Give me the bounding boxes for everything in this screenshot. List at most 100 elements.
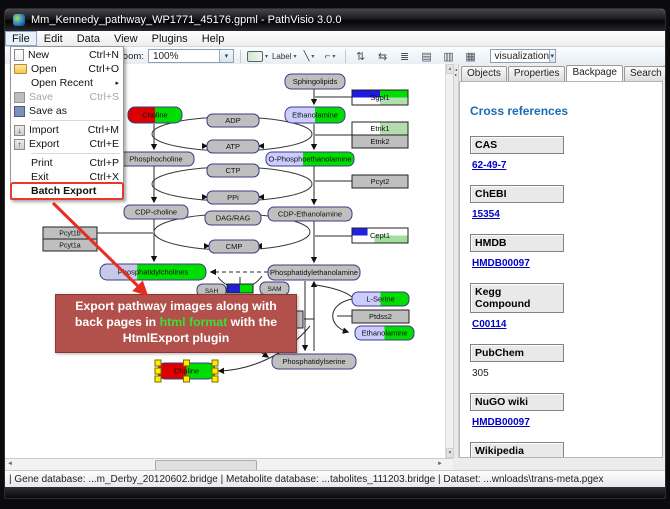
menu-item-save[interactable]: SaveCtrl+S [12,90,122,104]
distribute-button[interactable]: ≣ [396,48,414,64]
menu-item-new[interactable]: NewCtrl+N [12,48,122,62]
selection-handle[interactable] [155,360,161,366]
pathway-node[interactable]: CMP [209,240,259,253]
pathway-edge[interactable] [316,285,352,297]
pathway-node[interactable]: O-Phosphoethanolamine [266,152,354,166]
window-bottom-frame [5,487,665,498]
pathway-node[interactable]: Etnk2 [352,135,408,148]
common-width-button[interactable]: ▥ [440,48,458,64]
common-size-button[interactable]: ▤ [418,48,436,64]
pathway-node[interactable]: Phosphatidylcholines [100,264,206,280]
chevron-down-icon[interactable]: ▾ [219,50,233,62]
cross-references-list: CAS62-49-7ChEBI15354HMDBHMDB00097Kegg Co… [470,136,662,458]
align-vertical-button[interactable]: ⇅ [352,48,370,64]
pathway-node[interactable]: CTP [207,164,259,177]
menu-item-shortcut: Ctrl+E [90,138,119,150]
selection-handle[interactable] [212,376,218,382]
pathway-node[interactable]: ADP [207,114,259,127]
pathway-node[interactable]: ATP [207,140,259,153]
selection-handle[interactable] [212,368,218,374]
menu-file[interactable]: File [5,31,37,46]
node-label: CDP-Ethanolamine [278,210,342,219]
node-label: Pcyt2 [371,177,390,186]
selection-handle[interactable] [155,368,161,374]
node-label: CMP [226,242,243,251]
menu-edit[interactable]: Edit [37,31,70,46]
menu-item-open[interactable]: OpenCtrl+O [12,62,122,76]
title-bar[interactable]: Mm_Kennedy_pathway_WP1771_45176.gpml - P… [5,9,665,31]
pathway-node[interactable]: Sgpl1 [352,90,408,105]
pathway-node[interactable]: Pcyt1a [43,239,97,251]
pathway-node[interactable]: Pcyt2 [352,175,408,188]
pathway-node[interactable]: CDP-choline [124,205,188,219]
node-label: CTP [226,166,241,175]
menu-plugins[interactable]: Plugins [145,31,195,46]
pathway-node[interactable]: Ethanolamine [285,107,345,123]
menu-item-import[interactable]: ↓ImportCtrl+M [12,123,122,137]
new-label-button[interactable]: Label ▾ [272,48,297,64]
menu-view[interactable]: View [107,31,145,46]
pathway-node[interactable]: Cept1 [352,228,408,243]
pathway-node[interactable]: Pcyt1b [43,227,97,239]
menu-data[interactable]: Data [70,31,107,46]
node-label: Sgpl1 [370,93,389,102]
pathway-node[interactable]: Ptdss2 [352,310,409,323]
menu-help[interactable]: Help [195,31,232,46]
pathway-node[interactable]: Ethanolamine [355,326,414,340]
scroll-right-icon[interactable]: ► [437,461,443,467]
new-line-button[interactable]: ╲ ▾ [301,48,318,64]
pathway-node[interactable]: DAG/RAG [205,211,261,225]
menu-item-print[interactable]: PrintCtrl+P [12,156,122,170]
pathway-node[interactable]: PPi [207,191,259,204]
xref-link[interactable]: HMDB00097 [472,417,530,428]
new-connector-button[interactable]: ⌐ ▾ [322,48,339,64]
pathway-node[interactable]: Sphingolipids [285,74,345,89]
zoom-value: 100% [153,51,179,62]
node-label: Pcyt1b [59,231,81,238]
xref-section-header: CAS [470,136,564,154]
xref-link[interactable]: 15354 [472,209,500,220]
pathway-node[interactable]: CDP-Ethanolamine [268,207,352,221]
node-label: CDP-choline [135,208,177,217]
menu-item-export[interactable]: ↑ExportCtrl+E [12,137,122,151]
tab-properties[interactable]: Properties [508,66,566,81]
pathway-node[interactable]: Phosphatidylserine [272,354,356,369]
pathway-node[interactable]: L-Serine [352,292,409,306]
xref-link[interactable]: HMDB00097 [472,258,530,269]
menu-item-batch-export[interactable]: Batch Export [12,184,122,198]
menu-item-exit[interactable]: ExitCtrl+X [12,170,122,184]
import-icon: ↓ [14,125,25,136]
align-horizontal-button[interactable]: ⇆ [374,48,392,64]
xref-link[interactable]: C00114 [472,319,506,330]
splitter-expand-icon[interactable]: ▸ [455,72,457,77]
align-horizontal-icon: ⇆ [378,50,387,63]
node-label: L-Serine [366,295,394,304]
menu-item-open-recent[interactable]: Open Recent▸ [12,76,122,90]
chevron-down-icon: ▾ [311,53,314,60]
scroll-left-icon[interactable]: ◄ [7,461,13,467]
zoom-combobox[interactable]: 100% ▾ [148,49,234,63]
node-label: Etnk1 [370,124,389,133]
backpage-content: Cross references CAS62-49-7ChEBI15354HMD… [459,81,663,458]
selection-handle[interactable] [184,376,190,382]
visualization-combobox[interactable]: visualization ▾ [490,49,556,63]
node-label: Choline [174,367,199,376]
xref-link[interactable]: 62-49-7 [472,160,506,171]
node-label: O-Phosphoethanolamine [269,155,352,164]
pathway-node[interactable] [227,284,253,293]
tab-objects[interactable]: Objects [461,66,507,81]
selection-handle[interactable] [184,360,190,366]
pathway-node[interactable]: Choline [128,107,182,123]
pathway-node[interactable]: Choline [155,360,218,382]
selection-handle[interactable] [155,376,161,382]
pathway-node[interactable]: Phosphatidylethanolamine [268,265,360,280]
selection-handle[interactable] [212,360,218,366]
pathway-node[interactable]: Etnk1 [352,122,408,135]
tab-backpage[interactable]: Backpage [566,65,622,81]
common-height-button[interactable]: ▦ [462,48,480,64]
pathway-node[interactable]: Phosphocholine [118,152,194,166]
chevron-down-icon[interactable]: ▾ [549,50,555,62]
new-datanode-button[interactable]: ▾ [247,48,268,64]
menu-item-save-as[interactable]: Save as [12,104,122,118]
tab-search[interactable]: Search [624,66,666,81]
